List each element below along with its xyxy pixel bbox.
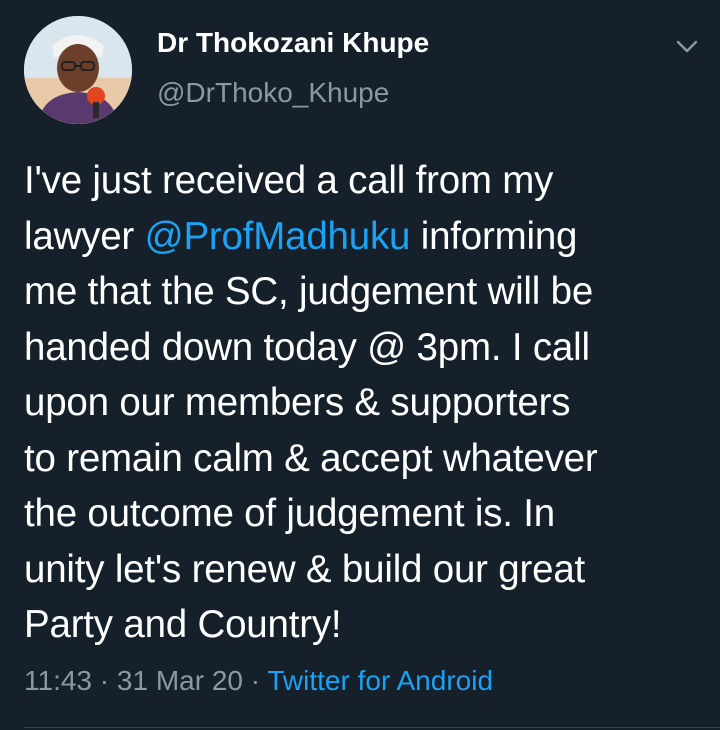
author-handle[interactable]: @DrThoko_Khupe (157, 77, 389, 109)
divider (24, 727, 720, 728)
tweet-line: unity let's renew & build our great (24, 547, 586, 591)
tweet-line: I've just received a call from my (24, 159, 554, 202)
avatar[interactable] (24, 16, 132, 124)
tweet-line: upon our members & supporters (24, 381, 571, 424)
tweet-date[interactable]: 31 Mar 20 (117, 665, 243, 696)
meta-separator: · (242, 665, 268, 696)
author-display-name[interactable]: Dr Thokozani Khupe (157, 27, 429, 59)
tweet-text: I've just received a call from my lawyer… (24, 153, 700, 653)
tweet-source-link[interactable]: Twitter for Android (267, 665, 493, 696)
tweet-line: the outcome of judgement is. In (24, 492, 555, 535)
tweet-line: to remain calm & accept whatever (24, 436, 598, 480)
tweet-line: me that the SC, judgement will be (24, 270, 594, 313)
avatar-photo (24, 16, 132, 124)
chevron-down-icon[interactable] (674, 33, 700, 59)
tweet-line: handed down today @ 3pm. I call (24, 325, 590, 369)
meta-separator: · (92, 665, 117, 696)
tweet-line: Party and Country! (24, 603, 342, 646)
tweet-time[interactable]: 11:43 (24, 665, 92, 696)
tweet-meta: 11:43 · 31 Mar 20 · Twitter for Android (24, 665, 493, 697)
tweet-line: lawyer @ProfMadhuku informing (24, 214, 578, 258)
mention-link[interactable]: @ProfMadhuku (145, 215, 411, 258)
